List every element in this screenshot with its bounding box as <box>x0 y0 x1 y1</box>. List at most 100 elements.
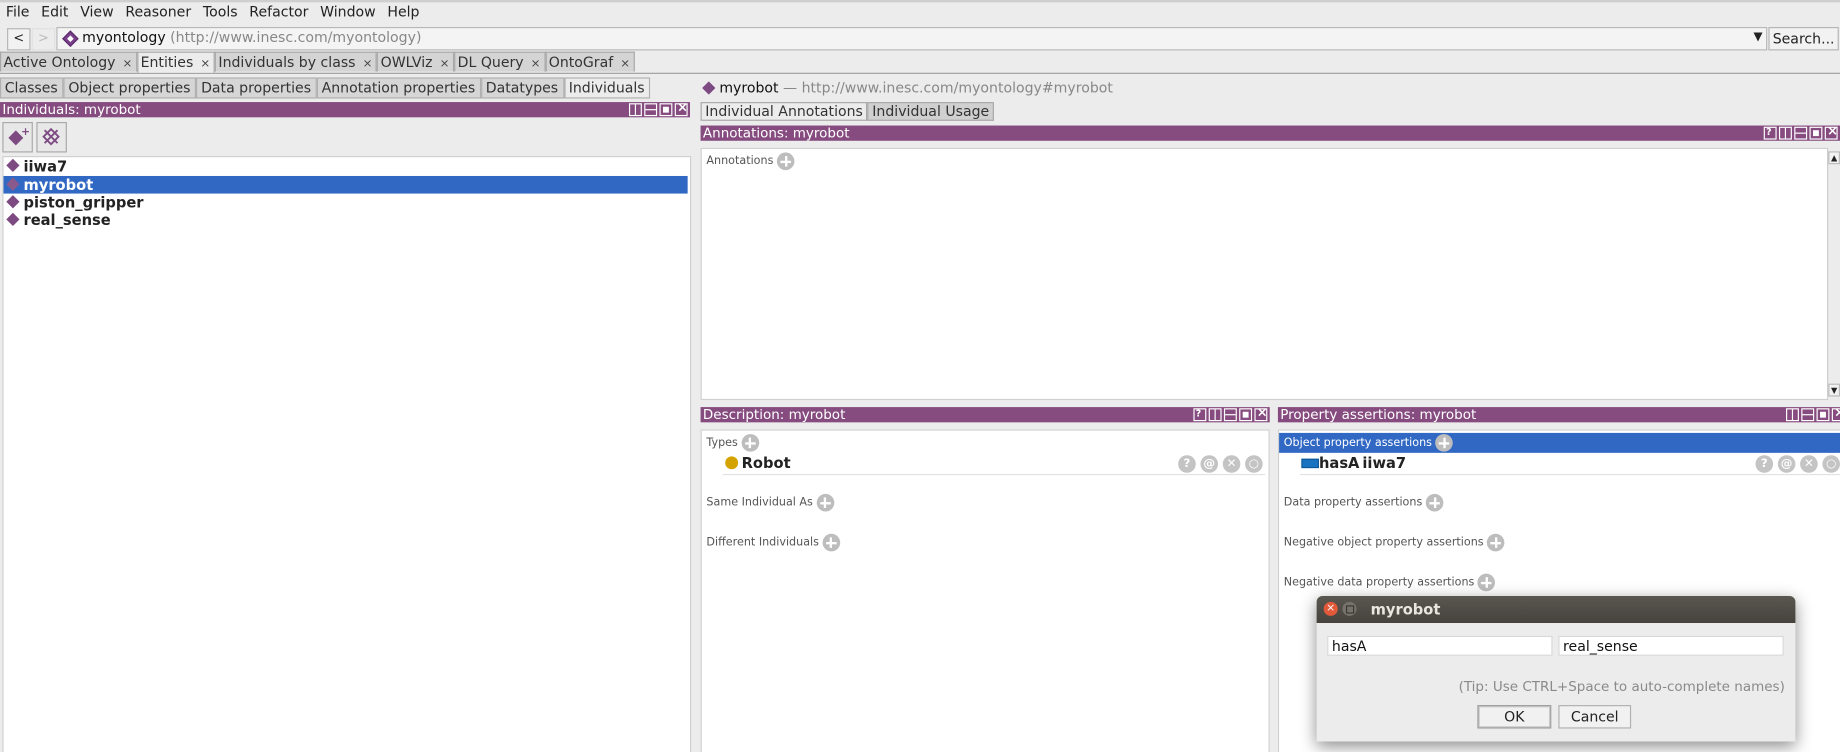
split-horizontal-icon[interactable] <box>1223 408 1237 422</box>
close-view-icon[interactable] <box>1254 407 1268 422</box>
section-label: Annotations <box>706 154 774 168</box>
delete-individual-button[interactable] <box>36 122 67 153</box>
section-label: Types <box>706 436 738 450</box>
forward-button[interactable]: > <box>31 28 56 51</box>
individual-input[interactable] <box>1558 635 1784 656</box>
individuals-toolbar: + <box>0 118 690 153</box>
back-button[interactable]: < <box>7 28 31 51</box>
property-input[interactable] <box>1327 635 1553 656</box>
close-icon[interactable]: × <box>1323 601 1338 616</box>
ok-button[interactable]: OK <box>1477 705 1552 729</box>
ontology-selector[interactable]: myontology (http://www.inesc.com/myontol… <box>56 26 1768 51</box>
add-negative-data-assertion-button[interactable] <box>1477 573 1496 592</box>
tab-dl-query[interactable]: DL Query × <box>454 51 546 72</box>
tab-individual-usage[interactable]: Individual Usage <box>867 102 994 121</box>
list-item-selected[interactable]: myrobot <box>3 175 688 194</box>
menu-tools[interactable]: Tools <box>197 2 243 22</box>
menu-file[interactable]: File <box>0 2 35 22</box>
menu-edit[interactable]: Edit <box>35 2 74 22</box>
add-same-individual-button[interactable] <box>816 493 835 512</box>
delete-button[interactable]: ✕ <box>1800 455 1818 473</box>
section-label: Different Individuals <box>706 536 819 550</box>
search-button[interactable]: Search... <box>1768 26 1839 51</box>
description-frame: Types Robot ? @ ✕ ○ Same Individual As D… <box>700 429 1270 752</box>
tab-individuals-by-class[interactable]: Individuals by class × <box>214 51 378 72</box>
split-vertical-icon[interactable] <box>628 103 642 117</box>
close-view-icon[interactable] <box>1824 126 1838 140</box>
annotate-button[interactable]: @ <box>1777 455 1796 473</box>
menu-help[interactable]: Help <box>382 2 426 22</box>
maximize-icon[interactable] <box>659 103 673 117</box>
add-different-individual-button[interactable] <box>822 533 841 552</box>
type-label: Robot <box>741 454 791 472</box>
list-item[interactable]: piston_gripper <box>4 194 688 211</box>
help-icon[interactable] <box>1763 126 1777 140</box>
split-horizontal-icon[interactable] <box>1801 408 1815 422</box>
tab-entities[interactable]: Entities × <box>137 51 215 73</box>
scroll-up-icon[interactable]: ▲ <box>1828 151 1840 165</box>
dialog-titlebar[interactable]: × myrobot <box>1316 595 1796 623</box>
split-horizontal-icon[interactable] <box>1794 126 1808 140</box>
close-icon[interactable]: × <box>531 57 541 70</box>
list-item[interactable]: iiwa7 <box>4 157 688 175</box>
close-icon[interactable]: × <box>200 57 210 70</box>
add-type-button[interactable] <box>741 434 759 452</box>
tab-active-ontology[interactable]: Active Ontology × <box>0 51 138 72</box>
annotate-button[interactable]: @ <box>1200 455 1219 473</box>
ontology-nav-bar: < > myontology (http://www.inesc.com/myo… <box>0 26 1840 52</box>
maximize-icon[interactable] <box>1816 408 1830 422</box>
annotations-frame: Annotations <box>700 147 1829 401</box>
dropdown-arrow-icon[interactable]: ▼ <box>1754 31 1763 44</box>
tab-individual-annotations[interactable]: Individual Annotations <box>700 102 868 121</box>
explain-button[interactable]: ? <box>1178 455 1196 473</box>
view-title: Annotations: myrobot <box>702 125 850 141</box>
tab-owlviz[interactable]: OWLViz × <box>377 51 455 72</box>
tab-classes[interactable]: Classes <box>0 77 64 99</box>
menu-reasoner[interactable]: Reasoner <box>119 2 197 22</box>
add-data-assertion-button[interactable] <box>1425 493 1444 512</box>
view-title: Description: myrobot <box>702 407 846 423</box>
annotations-scrollbar[interactable]: ▲ ▼ <box>1827 148 1840 397</box>
menu-view[interactable]: View <box>74 2 119 22</box>
close-icon[interactable]: × <box>123 57 133 70</box>
add-individual-button[interactable]: + <box>2 122 33 153</box>
edit-button[interactable]: ○ <box>1245 455 1263 473</box>
view-title: Property assertions: myrobot <box>1280 407 1477 423</box>
close-icon[interactable]: × <box>363 57 373 70</box>
help-icon[interactable] <box>1193 407 1207 422</box>
split-vertical-icon[interactable] <box>1786 408 1799 422</box>
close-view-icon[interactable] <box>1831 407 1840 422</box>
edit-button[interactable]: ○ <box>1822 455 1840 473</box>
tab-object-properties[interactable]: Object properties <box>63 77 197 99</box>
close-icon[interactable]: × <box>620 57 630 70</box>
maximize-icon[interactable] <box>1239 408 1253 422</box>
add-annotation-button[interactable] <box>776 152 795 171</box>
add-object-assertion-button[interactable] <box>1435 434 1454 452</box>
cancel-button[interactable]: Cancel <box>1558 705 1632 729</box>
value-label: iiwa7 <box>1362 454 1407 472</box>
list-item[interactable]: real_sense <box>4 211 688 229</box>
split-vertical-icon[interactable] <box>1208 408 1222 422</box>
split-vertical-icon[interactable] <box>1778 126 1792 140</box>
protege-window: File Edit View Reasoner Tools Refactor Window H… <box>0 0 1840 752</box>
scroll-down-icon[interactable]: ▼ <box>1828 383 1840 397</box>
tab-annotation-properties[interactable]: Annotation properties <box>316 77 482 99</box>
tab-ontograf[interactable]: OntoGraf × <box>545 51 635 72</box>
entity-separator: — <box>778 79 802 97</box>
class-icon <box>725 456 739 470</box>
tab-data-properties[interactable]: Data properties <box>196 77 317 99</box>
explain-button[interactable]: ? <box>1755 455 1774 473</box>
close-icon[interactable]: × <box>440 57 450 70</box>
minimize-icon[interactable] <box>1342 601 1357 616</box>
add-negative-object-assertion-button[interactable] <box>1487 533 1505 552</box>
split-horizontal-icon[interactable] <box>644 103 658 117</box>
delete-button[interactable]: ✕ <box>1222 455 1241 473</box>
object-property-section-selected[interactable]: Object property assertions <box>1279 432 1840 453</box>
menu-window[interactable]: Window <box>314 2 381 22</box>
menu-refactor[interactable]: Refactor <box>243 2 314 22</box>
close-view-icon[interactable] <box>674 102 688 117</box>
maximize-icon[interactable] <box>1809 126 1823 140</box>
tab-datatypes[interactable]: Datatypes <box>481 77 565 99</box>
tab-label: Individuals by class <box>218 53 356 71</box>
tab-individuals[interactable]: Individuals <box>564 77 651 99</box>
